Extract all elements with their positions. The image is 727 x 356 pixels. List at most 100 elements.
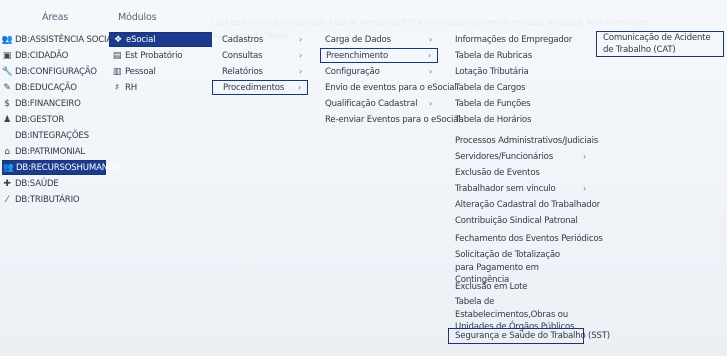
wrench-icon: 🔧 <box>1 66 13 77</box>
menu-item-label: Qualificação Cadastral <box>325 98 418 109</box>
area-item-assistencia-social[interactable]: 👥 DB:ASSISTÊNCIA SOCIAL <box>1 32 117 47</box>
person-folder-icon: ▥ <box>112 66 122 77</box>
menu-item-label: Cadastros <box>222 34 264 45</box>
house-icon: ⌂ <box>4 146 10 157</box>
area-item-configuracao[interactable]: 🔧 DB:CONFIGURAÇÃO <box>2 64 106 79</box>
menu-item-trabalhador-sem-vinculo[interactable]: Trabalhador sem vínculo › <box>452 181 592 196</box>
menu-item-alteracao-cadastral[interactable]: Alteração Cadastral do Trabalhador <box>452 197 600 212</box>
modulo-item-esocial[interactable]: ❖ eSocial <box>109 32 212 47</box>
area-item-label: DB:RECURSOSHUMANOS <box>16 162 120 173</box>
area-item-integracoes[interactable]: DB:INTEGRAÇÕES <box>2 128 106 143</box>
menu-item-contribuicao-sindical[interactable]: Contribuição Sindical Patronal <box>452 213 592 228</box>
area-item-recursos-humanos[interactable]: 👥 DB:RECURSOSHUMANOS <box>2 160 120 175</box>
menu-item-envio-de-eventos[interactable]: Envio de eventos para o eSocial <box>320 80 457 95</box>
menu-item-exclusao-eventos[interactable]: Exclusão de Eventos <box>452 165 592 180</box>
menu-item-fechamento-eventos[interactable]: Fechamento dos Eventos Periódicos <box>452 231 603 246</box>
areas-header: Áreas <box>42 12 69 23</box>
people-icon: 👥 <box>2 162 14 173</box>
dollar-icon: $ <box>4 98 10 109</box>
area-item-label: DB:TRIBUTÁRIO <box>15 194 80 205</box>
modulos-header: Módulos <box>118 12 157 23</box>
menu-item-servidores-funcionarios[interactable]: Servidores/Funcionários › <box>452 149 592 164</box>
menu-item-label: Relatórios <box>222 66 263 77</box>
menu-item-label: Tabela de Rubricas <box>455 50 532 61</box>
menu-item-label: Servidores/Funcionários <box>455 151 553 162</box>
menu-item-label: Carga de Dados <box>325 34 391 45</box>
menu-item-processos-administrativos[interactable]: Processos Administrativos/Judiciais <box>452 133 598 148</box>
area-item-gestor[interactable]: ♟ DB:GESTOR <box>2 112 106 127</box>
menu-item-consultas[interactable]: Consultas › <box>212 48 308 63</box>
menu-item-label: Informações do Empregador <box>455 34 573 45</box>
chevron-right-icon: › <box>428 51 431 60</box>
menu-item-label: Processos Administrativos/Judiciais <box>455 135 599 146</box>
menu-item-label: Preenchimento <box>326 50 389 61</box>
area-item-saude[interactable]: ✚ DB:SAÚDE <box>2 176 106 191</box>
menu-item-informacoes-empregador[interactable]: Informações do Empregador <box>452 32 592 47</box>
area-item-educacao[interactable]: ✎ DB:EDUCAÇÃO <box>2 80 106 95</box>
area-item-label: DB:PATRIMONIAL <box>15 146 86 157</box>
menu-item-label: Procedimentos <box>223 82 285 93</box>
area-item-financeiro[interactable]: $ DB:FINANCEIRO <box>2 96 106 111</box>
modulo-item-pessoal[interactable]: ▥ Pessoal <box>109 64 212 79</box>
chevron-right-icon: › <box>583 184 586 193</box>
menu-item-preenchimento[interactable]: Preenchimento › <box>320 48 438 63</box>
area-item-label: DB:ASSISTÊNCIA SOCIAL <box>15 34 117 45</box>
area-item-label: DB:EDUCAÇÃO <box>15 82 77 93</box>
area-item-label: DB:FINANCEIRO <box>15 98 81 109</box>
chevron-right-icon: › <box>299 51 302 60</box>
chevron-right-icon: › <box>429 35 432 44</box>
area-item-label: DB:INTEGRAÇÕES <box>15 130 89 141</box>
modulo-item-label: eSocial <box>126 34 156 45</box>
chevron-right-icon: › <box>583 152 586 161</box>
menu-item-label: Alteração Cadastral do Trabalhador <box>455 199 600 210</box>
menu-item-label: Comunicação de Acidente de Trabalho (CAT… <box>603 32 711 56</box>
area-item-label: DB:CIDADÃO <box>15 50 69 61</box>
menu-item-tabela-horarios[interactable]: Tabela de Horários <box>452 112 592 127</box>
pen-icon: ⁄ <box>6 194 8 205</box>
id-card-icon: ▣ <box>2 50 12 61</box>
menu-item-tabela-funcoes[interactable]: Tabela de Funções <box>452 96 592 111</box>
menu-item-qualificacao-cadastral[interactable]: Qualificação Cadastral › <box>320 96 438 111</box>
modulo-item-rh[interactable]: ♯ RH <box>109 80 212 95</box>
menu-item-tabela-cargos[interactable]: Tabela de Cargos <box>452 80 592 95</box>
chevron-right-icon: › <box>429 99 432 108</box>
menu-item-tabela-rubricas[interactable]: Tabela de Rubricas <box>452 48 592 63</box>
menu-item-seguranca-saude-trabalho[interactable]: Segurança e Saúde do Trabalho (SST) <box>448 328 610 344</box>
menu-item-comunicacao-acidente-trabalho[interactable]: Comunicação de Acidente de Trabalho (CAT… <box>596 31 724 57</box>
menu-item-exclusao-lote[interactable]: Exclusão em Lote <box>452 279 592 294</box>
menu-item-cadastros[interactable]: Cadastros › <box>212 32 308 47</box>
menu-item-label: Contribuição Sindical Patronal <box>455 215 578 226</box>
chevron-right-icon: › <box>299 67 302 76</box>
menu-item-label: Tabela de Horários <box>455 114 532 125</box>
modulo-item-est-probatorio[interactable]: ▤ Est Probatório <box>109 48 212 63</box>
menu-item-label: Trabalhador sem vínculo <box>455 183 556 194</box>
modulo-item-label: Pessoal <box>125 66 156 77</box>
group-icon: ♯ <box>114 82 120 93</box>
modulo-item-label: Est Probatório <box>125 50 183 61</box>
modulo-item-label: RH <box>125 82 138 93</box>
menu-item-label: Consultas <box>222 50 263 61</box>
menu-item-label: Re-enviar Eventos para o eSocial <box>325 114 461 125</box>
pencil-icon: ✎ <box>3 82 11 93</box>
area-item-patrimonial[interactable]: ⌂ DB:PATRIMONIAL <box>2 144 106 159</box>
area-item-label: DB:SAÚDE <box>15 178 59 189</box>
menu-item-label: Exclusão de Eventos <box>455 167 540 178</box>
area-item-tributario[interactable]: ⁄ DB:TRIBUTÁRIO <box>2 192 106 207</box>
chevron-right-icon: › <box>298 83 301 92</box>
menu-item-label: Envio de eventos para o eSocial <box>325 82 457 93</box>
menu-item-reenviar-eventos[interactable]: Re-enviar Eventos para o eSocial <box>320 112 461 127</box>
esocial-icon: ❖ <box>114 34 122 45</box>
menu-item-lotacao-tributaria[interactable]: Lotação Tributária <box>452 64 592 79</box>
chevron-right-icon: › <box>299 35 302 44</box>
menu-item-carga-de-dados[interactable]: Carga de Dados › <box>320 32 438 47</box>
menu-item-label: Lotação Tributária <box>455 66 529 77</box>
area-item-label: DB:GESTOR <box>15 114 65 125</box>
menu-item-procedimentos[interactable]: Procedimentos › <box>212 80 308 95</box>
menu-item-configuracao[interactable]: Configuração › <box>320 64 438 79</box>
chevron-right-icon: › <box>429 67 432 76</box>
menu-item-label: Tabela de Cargos <box>455 82 526 93</box>
area-item-cidadao[interactable]: ▣ DB:CIDADÃO <box>2 48 106 63</box>
menu-item-label: Configuração <box>325 66 380 77</box>
people-icon: 👥 <box>1 34 13 45</box>
menu-item-relatorios[interactable]: Relatórios › <box>212 64 308 79</box>
